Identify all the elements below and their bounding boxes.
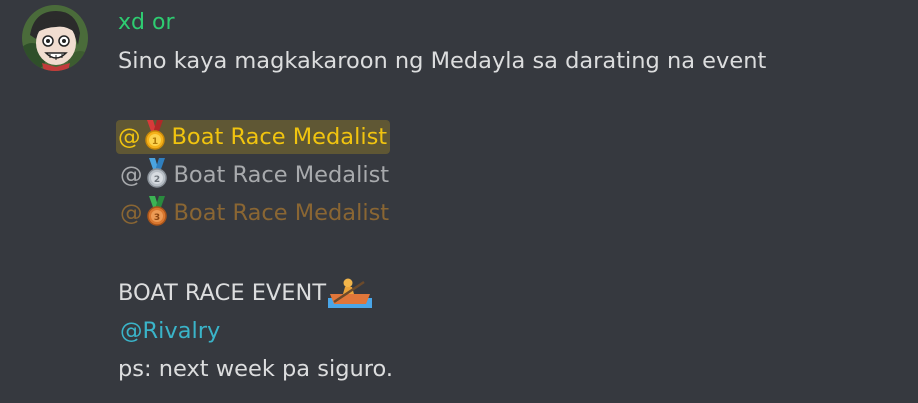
- mention-label: Boat Race Medalist: [173, 162, 390, 188]
- gold-medal-icon: 1: [144, 120, 165, 150]
- mention-line-silver: @ 2 Boat Race Medalist: [118, 156, 898, 194]
- svg-text:3: 3: [153, 213, 159, 223]
- rivalry-line: @Rivalry: [118, 312, 898, 350]
- svg-text:1: 1: [151, 137, 157, 147]
- mention-line-gold: @ 1 Boat Race Medalist: [116, 118, 898, 156]
- mention-at: @: [118, 124, 141, 150]
- ps-line: ps: next week pa siguro.: [118, 356, 394, 382]
- bronze-medal-icon: 3: [146, 196, 167, 226]
- mention-label: Boat Race Medalist: [173, 200, 390, 226]
- role-mention-silver[interactable]: @ 2 Boat Race Medalist: [118, 158, 392, 192]
- role-mention-bronze[interactable]: @ 3 Boat Race Medalist: [118, 196, 392, 230]
- role-mention-rivalry[interactable]: @Rivalry: [118, 314, 223, 348]
- silver-medal-icon: 2: [146, 158, 167, 188]
- user-avatar[interactable]: [22, 5, 88, 71]
- message-content: xd or Sino kaya magkakaroon ng Medayla s…: [116, 4, 898, 388]
- event-text: BOAT RACE EVENT: [118, 280, 327, 306]
- message-line-1: Sino kaya magkakaroon ng Medayla sa dara…: [118, 48, 767, 74]
- anime-face-avatar-icon: [22, 5, 88, 71]
- mention-at: @: [120, 162, 143, 188]
- chat-message: xd or Sino kaya magkakaroon ng Medayla s…: [0, 0, 918, 403]
- mention-line-bronze: @ 3 Boat Race Medalist: [118, 194, 898, 232]
- role-mention-gold[interactable]: @ 1 Boat Race Medalist: [116, 120, 391, 154]
- svg-text:2: 2: [153, 175, 159, 185]
- rowboat-emoji-icon: [328, 278, 373, 308]
- username[interactable]: xd or: [118, 4, 174, 42]
- mention-at: @: [120, 200, 143, 226]
- event-line: BOAT RACE EVENT: [118, 274, 898, 312]
- mention-label: Boat Race Medalist: [171, 124, 388, 150]
